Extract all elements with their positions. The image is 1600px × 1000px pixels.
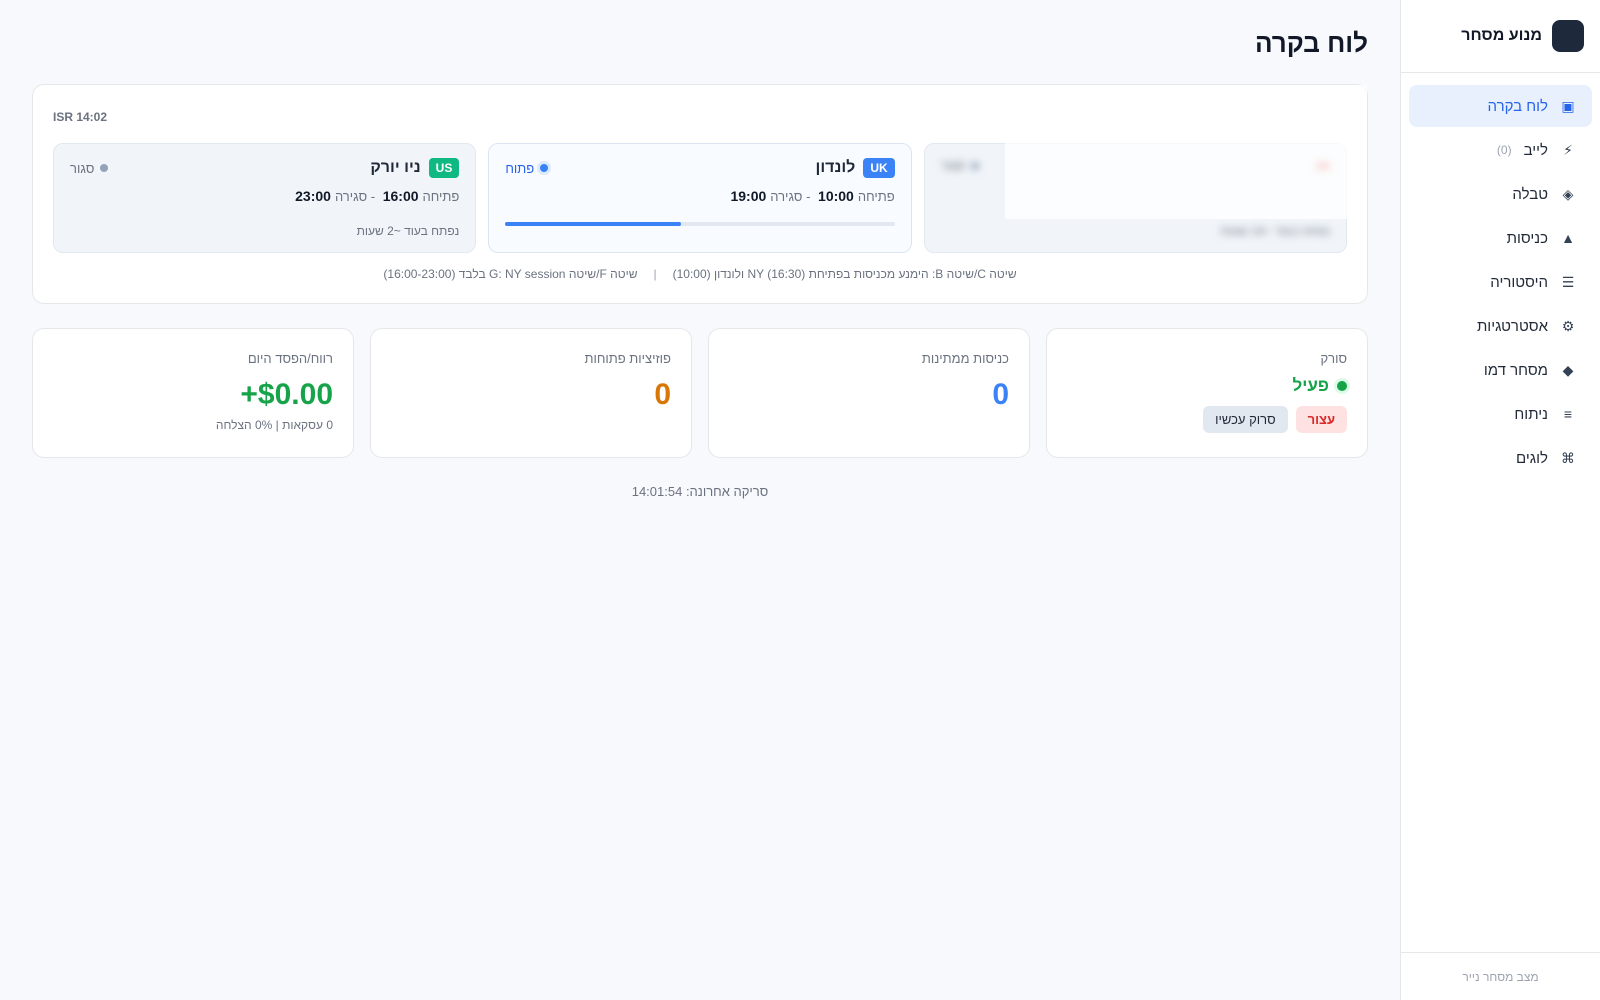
daily-pnl-card: רווח/הפסד היום +$0.00 0 עסקאות | 0% הצלח… — [32, 328, 354, 458]
sidebar-item-8[interactable]: ⌘ לוגים — [1409, 437, 1592, 479]
pending-value: 0 — [992, 378, 1009, 411]
sidebar-item-0[interactable]: ▣ לוח בקרה — [1409, 85, 1592, 127]
sessions-footnote: שיטה C/שיטה B: הימנע מכניסות בפתיחת NY (… — [53, 267, 1347, 281]
market-status-text: סגור — [70, 160, 95, 176]
market-hours: פתיחה10:00 - סגירה19:00 — [730, 188, 895, 204]
market-code-badge: UK — [863, 158, 895, 178]
paper-trading-mode: מצב מסחר נייר — [1401, 952, 1600, 1000]
israel-clock: ISR 14:02 — [53, 110, 108, 124]
triangle-icon: ▲ — [1561, 230, 1575, 246]
sidebar-item-6[interactable]: ◆ מסחר דמו — [1409, 349, 1592, 391]
close-label: סגירה — [770, 189, 803, 204]
open-positions-card: פוזיציות פתוחות 0 — [370, 328, 692, 458]
market-name: לונדון — [815, 159, 856, 176]
dashboard-icon: ▣ — [1561, 97, 1575, 114]
market-status: פתוח — [505, 160, 549, 176]
blur-overlay — [1005, 85, 1367, 219]
session-progress-bar — [505, 222, 895, 226]
footnote-a: שיטה C/שיטה B: הימנע מכניסות בפתיחת NY (… — [672, 267, 1017, 281]
command-icon: ⌘ — [1561, 449, 1575, 466]
market-status-text: פתוח — [505, 160, 535, 176]
status-dot-icon — [971, 161, 980, 170]
sidebar-item-label: אסטרטגיות — [1476, 317, 1548, 335]
market-name: ניו יורק — [370, 159, 421, 176]
lightning-icon: ⚡ — [1563, 141, 1573, 158]
live-count-badge: (0) — [1496, 143, 1512, 157]
status-dot-icon — [1337, 381, 1347, 391]
scanner-label: סורק — [1320, 351, 1347, 366]
bars-icon: ≡ — [1563, 406, 1573, 422]
pnl-label: רווח/הפסד היום — [247, 351, 333, 366]
list-icon: ☰ — [1561, 273, 1575, 290]
sidebar-item-label: לוח בקרה — [1487, 97, 1548, 115]
stop-scanner-button[interactable]: עצור — [1295, 406, 1347, 433]
scan-now-button[interactable]: סרוק עכשיו — [1203, 406, 1288, 433]
sidebar-item-label: כניסות — [1506, 229, 1548, 247]
sidebar-item-label: לוגים — [1516, 449, 1548, 467]
market-note: נפתח בעוד ~2 שעות — [356, 224, 460, 238]
stats-row: סורק פעיל עצור סרוק עכשיו כניסות ממתינות… — [32, 328, 1368, 458]
sidebar-item-label: לייב — [1523, 141, 1548, 159]
main-content: לוח בקרה ISR 14:02 סגור נפתח בעוד ~14 שעו… — [32, 0, 1368, 499]
sidebar-nav: ▣ לוח בקרה ⚡ לייב (0) ◈ טבלה ▲ כניסות ☰ היסטוריה ⚙ א… — [1401, 73, 1600, 493]
pnl-sub: 0 עסקאות | 0% הצלחה — [215, 418, 333, 432]
sidebar: מנוע מסחר ▣ לוח בקרה ⚡ לייב (0) ◈ טבלה ▲ כניסות ☰… — [1400, 0, 1600, 1000]
open-label: פתיחה — [422, 189, 460, 204]
page-title: לוח בקרה — [1254, 28, 1368, 58]
market-sessions-panel: ISR 14:02 סגור נפתח בעוד ~14 שעות UK לונדון… — [32, 84, 1368, 304]
sidebar-item-2[interactable]: ◈ טבלה — [1409, 173, 1592, 215]
market-card: US ניו יורק סגור פתיחה16:00 - סגירה23:00 נפת… — [53, 143, 477, 253]
pending-label: כניסות ממתינות — [921, 351, 1009, 366]
session-progress-fill — [505, 222, 681, 226]
gear-icon: ⚙ — [1561, 317, 1575, 334]
diamond-icon: ◆ — [1562, 361, 1574, 378]
market-hours: פתיחה16:00 - סגירה23:00 — [295, 188, 460, 204]
scanner-status: פעיל — [1067, 376, 1347, 396]
close-time: 23:00 — [295, 188, 331, 204]
sidebar-item-label: היסטוריה — [1490, 273, 1548, 291]
table-icon: ◈ — [1562, 185, 1574, 202]
market-card: UK לונדון פתוח פתיחה10:00 - סגירה19:00 — [488, 143, 912, 253]
pending-entries-card: כניסות ממתינות 0 — [708, 328, 1030, 458]
market-status-text: סגור — [940, 158, 966, 173]
sidebar-item-label: ניתוח — [1514, 405, 1548, 423]
sidebar-item-5[interactable]: ⚙ אסטרטגיות — [1409, 305, 1592, 347]
close-time: 19:00 — [730, 188, 767, 204]
open-time: 10:00 — [818, 188, 854, 204]
last-scan-time: סריקה אחרונה: 14:01:54 — [631, 484, 769, 499]
brand-name: מנוע מסחר — [1461, 27, 1542, 44]
market-status: סגור — [940, 158, 980, 173]
market-code-badge: US — [428, 158, 460, 178]
market-status: סגור — [70, 160, 109, 176]
pnl-value: +$0.00 — [240, 378, 333, 411]
sidebar-item-label: מסחר דמו — [1483, 361, 1548, 379]
market-note: נפתח בעוד ~14 שעות — [1220, 224, 1330, 238]
sidebar-item-3[interactable]: ▲ כניסות — [1409, 217, 1592, 259]
status-dot-icon — [100, 164, 109, 172]
footnote-b: שיטה F/שיטה G: NY session בלבד (16:00-23… — [383, 267, 638, 281]
scanner-card: סורק פעיל עצור סרוק עכשיו — [1046, 328, 1368, 458]
footnote-separator: | — [653, 267, 657, 281]
close-label: סגירה — [334, 189, 368, 204]
open-time: 16:00 — [382, 188, 419, 204]
positions-value: 0 — [654, 378, 671, 411]
open-label: פתיחה — [857, 189, 895, 204]
sidebar-item-4[interactable]: ☰ היסטוריה — [1409, 261, 1592, 303]
status-dot-icon — [540, 164, 549, 172]
brand: מנוע מסחר — [1401, 0, 1600, 73]
sidebar-item-7[interactable]: ≡ ניתוח — [1409, 393, 1592, 435]
scanner-state-text: פעיל — [1292, 376, 1329, 395]
sidebar-item-label: טבלה — [1512, 185, 1548, 203]
logo-icon — [1552, 20, 1584, 52]
positions-label: פוזיציות פתוחות — [584, 351, 671, 366]
sidebar-item-1[interactable]: ⚡ לייב (0) — [1409, 129, 1592, 171]
